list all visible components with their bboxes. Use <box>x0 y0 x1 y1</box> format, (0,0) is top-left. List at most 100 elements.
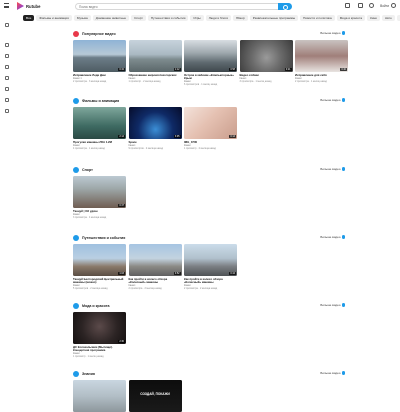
section-title[interactable]: Путешествия и события <box>82 236 125 240</box>
duration-badge: 1:03 <box>118 272 125 275</box>
video-thumbnail[interactable]: 1:12 <box>128 40 182 72</box>
category-tab[interactable]: Мода и красота <box>336 15 366 21</box>
video-thumbnail[interactable]: 2:14 <box>73 107 126 139</box>
video-meta: 9 просмотров · 2 месяца назад <box>128 147 163 151</box>
video-card[interactable]: 1:12 Образование широкоглазогорских Канал 1… <box>128 40 182 86</box>
video-card[interactable]: 2:14 Прогулки машины ZDA 1.2M Канал 4 просм… <box>73 107 126 150</box>
video-thumbnail[interactable]: СОЗДАЙ, ПОКАЖИ <box>128 380 182 412</box>
search-input[interactable] <box>75 3 279 10</box>
section-title[interactable]: Спорт <box>82 168 93 172</box>
video-title[interactable]: Как пройти в колесо обзора «Колесный» ма… <box>184 277 237 284</box>
category-tabs: Все Фильмы и анимация Музыка Домашние живот… <box>23 15 400 23</box>
sidebar-kids-icon[interactable] <box>5 76 9 80</box>
category-tab[interactable]: Фильмы и анимация <box>36 15 72 21</box>
more-videos-link[interactable]: Больше видео <box>320 235 345 239</box>
category-tab[interactable]: Новости и политика <box>300 15 335 21</box>
video-section: Спорт Больше видео 0:47 Танцуй | Об удаче Ка… <box>73 166 345 219</box>
category-tab[interactable]: Спорт <box>131 15 146 21</box>
more-videos-link[interactable]: Больше видео <box>320 31 345 35</box>
video-card[interactable]: 0:21 Видео собаки Канал 3 просмотра · 1 мес… <box>239 40 293 86</box>
video-card[interactable]: 0:40 Исправление для себя Канал 2 просмотра… <box>295 40 348 86</box>
login-button[interactable]: Войти <box>380 3 396 8</box>
chevron-right-icon <box>341 98 345 102</box>
sidebar-tv-icon[interactable] <box>5 43 9 47</box>
logo[interactable]: Rutube <box>17 2 40 10</box>
video-title[interactable]: Остров в кабинке «Компьютерные» Крым <box>184 73 237 80</box>
sidebar-trending-icon[interactable] <box>5 54 9 58</box>
video-thumbnail[interactable]: 0:52 <box>128 244 182 276</box>
messages-icon[interactable] <box>358 3 364 8</box>
sidebar-home-icon[interactable] <box>5 23 9 27</box>
video-title[interactable]: Как пройти в колесо обзора «Колесный» ма… <box>129 277 182 284</box>
section-title[interactable]: Фильмы и анимация <box>82 99 119 103</box>
video-title[interactable]: ДС Колокольчики (Мытищи). Концертная про… <box>73 345 126 352</box>
video-card[interactable]: 0:32 Исправление Леди Джи Канал 12 просмот… <box>73 40 126 86</box>
sidebar-subscriptions-icon[interactable] <box>5 65 9 69</box>
category-tab[interactable]: Люди и блоги <box>205 15 232 21</box>
logo-icon <box>17 2 24 10</box>
video-card[interactable]: 3:05 Space Канал 9 просмотров · 2 месяца на… <box>128 107 182 151</box>
category-tab[interactable]: Кино <box>367 15 381 21</box>
more-videos-link[interactable]: Больше видео <box>320 167 345 171</box>
video-card[interactable]: 0:14 IMG_3700 Канал 1 просмотр · 2 месяца н… <box>184 107 237 150</box>
section-icon <box>73 97 79 104</box>
sidebar-shorts-icon[interactable] <box>5 109 9 113</box>
video-title[interactable]: Танцуй Белгородский Центральный машины (… <box>73 277 126 284</box>
category-tab[interactable]: Игры <box>190 15 204 21</box>
category-tab[interactable]: Домашние животные <box>92 15 130 21</box>
video-card[interactable]: 0:44 Как пройти в колесо обзора «Колесный… <box>184 244 237 290</box>
video-card[interactable]: 2:30 ДС Колокольчики (Мытищи). Концертная… <box>73 312 126 358</box>
section-title[interactable]: Знания <box>82 372 95 376</box>
more-videos-link[interactable]: Больше видео <box>320 98 345 102</box>
more-videos-label: Больше видео <box>320 98 341 102</box>
duration-badge: 0:40 <box>340 68 347 71</box>
video-card[interactable]: СОЗДАЙ, ПОКАЖИ <box>128 380 182 412</box>
category-tab[interactable]: Юмор <box>233 15 248 21</box>
video-card[interactable] <box>73 380 126 412</box>
video-card[interactable]: 1:03 Танцуй Белгородский Центральный маши… <box>73 244 126 290</box>
video-thumbnail[interactable]: 1:03 <box>73 244 126 276</box>
category-tab[interactable]: Путешествия и события <box>147 15 189 21</box>
more-videos-label: Больше видео <box>320 235 341 239</box>
video-thumbnail[interactable]: 0:47 <box>73 176 126 208</box>
section-header: Спорт Больше видео <box>73 166 345 173</box>
video-thumbnail[interactable] <box>73 380 126 412</box>
video-thumbnail[interactable]: 3:05 <box>128 107 182 139</box>
section-title[interactable]: Мода и красота <box>82 304 109 308</box>
sidebar-library-icon[interactable] <box>5 87 9 91</box>
chevron-right-icon <box>341 167 345 171</box>
thumbnail-overlay-text: СОЗДАЙ, ПОКАЖИ <box>140 392 170 396</box>
duration-badge: 2:14 <box>118 135 125 138</box>
video-card[interactable]: 0:58 Остров в кабинке «Компьютерные» Крым… <box>184 40 237 86</box>
more-videos-link[interactable]: Больше видео <box>320 303 345 307</box>
video-card[interactable]: 0:47 Танцуй | Об удаче Канал 3 просмотра · … <box>73 176 126 219</box>
section-title[interactable]: Популярное видео <box>82 32 116 36</box>
video-title[interactable]: Образование широкоглазогорских <box>129 73 182 77</box>
duration-badge: 0:52 <box>173 272 181 275</box>
video-thumbnail[interactable]: 0:14 <box>184 107 237 139</box>
more-videos-link[interactable]: Больше видео <box>320 371 345 375</box>
video-card[interactable]: 0:52 Как пройти в колесо обзора «Колесный… <box>128 244 182 290</box>
chevron-right-icon <box>341 235 345 239</box>
sidebar-history-icon[interactable] <box>5 98 9 102</box>
video-thumbnail[interactable]: 0:58 <box>184 40 237 72</box>
video-meta: 2 просмотра · 2 месяца назад <box>184 287 218 291</box>
video-thumbnail[interactable]: 0:40 <box>295 40 348 72</box>
category-tab[interactable]: Все <box>23 15 35 21</box>
category-tab[interactable]: Развлекательные программы <box>249 15 299 21</box>
duration-badge: 0:21 <box>284 68 292 71</box>
video-section: Путешествия и события Больше видео 1:03 Тан… <box>73 234 345 290</box>
duration-badge: 0:32 <box>118 68 125 71</box>
video-thumbnail[interactable]: 0:21 <box>239 40 293 72</box>
category-tab[interactable]: Музыка <box>73 15 91 21</box>
video-thumbnail[interactable]: 0:44 <box>184 244 237 276</box>
video-meta: 3 просмотра · 4 месяца назад <box>73 216 107 220</box>
video-thumbnail[interactable]: 0:32 <box>73 40 126 72</box>
menu-icon[interactable] <box>4 3 9 8</box>
notifications-icon[interactable] <box>369 3 375 8</box>
upload-video-icon[interactable] <box>345 3 351 8</box>
category-tab[interactable]: Авто <box>382 15 395 21</box>
search-button[interactable] <box>278 3 292 10</box>
section-header: Мода и красота Больше видео <box>73 302 345 309</box>
video-thumbnail[interactable]: 2:30 <box>73 312 126 344</box>
